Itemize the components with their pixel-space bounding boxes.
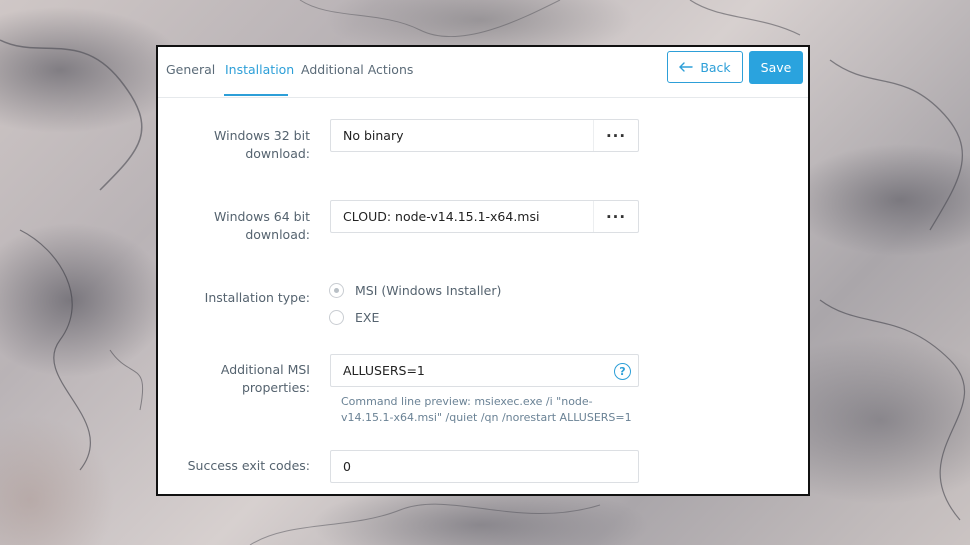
save-button[interactable]: Save [749, 51, 803, 84]
win64-label: Windows 64 bit download: [214, 209, 310, 242]
radio-msi-label: MSI (Windows Installer) [355, 283, 502, 298]
active-tab-indicator [224, 94, 288, 96]
back-button[interactable]: Back [667, 51, 743, 83]
exit-codes-input[interactable]: 0 [330, 450, 639, 483]
win32-download-field[interactable]: No binary ··· [330, 119, 639, 152]
exit-codes-label: Success exit codes: [187, 458, 310, 473]
ellipsis-icon: ··· [605, 126, 627, 145]
msi-properties-value: ALLUSERS=1 [343, 363, 425, 378]
win32-browse-button[interactable]: ··· [593, 120, 638, 151]
radio-exe-label: EXE [355, 310, 380, 325]
radio-msi-control[interactable] [329, 283, 344, 298]
tab-additional-actions[interactable]: Additional Actions [301, 62, 413, 77]
radio-exe[interactable]: EXE [329, 310, 379, 325]
install-type-label: Installation type: [204, 290, 310, 305]
arrow-left-icon [679, 62, 694, 72]
question-circle-icon[interactable]: ? [614, 363, 631, 380]
exit-codes-value: 0 [343, 459, 351, 474]
msi-properties-label: Additional MSI properties: [220, 362, 310, 395]
radio-exe-control[interactable] [329, 310, 344, 325]
back-button-label: Back [700, 59, 731, 75]
win64-download-field[interactable]: CLOUD: node-v14.15.1-x64.msi ··· [330, 200, 639, 233]
tab-general[interactable]: General [166, 62, 215, 77]
win32-label: Windows 32 bit download: [214, 128, 310, 161]
msi-properties-input[interactable]: ALLUSERS=1 ? [330, 354, 639, 387]
command-line-preview: Command line preview: msiexec.exe /i "no… [341, 395, 632, 424]
win32-value: No binary [343, 128, 404, 143]
win64-value: CLOUD: node-v14.15.1-x64.msi [343, 209, 540, 224]
tab-bar: General Installation Additional Actions … [158, 47, 808, 98]
installation-panel: General Installation Additional Actions … [156, 45, 810, 496]
tab-installation[interactable]: Installation [225, 62, 294, 77]
ellipsis-icon: ··· [605, 207, 627, 226]
radio-msi[interactable]: MSI (Windows Installer) [329, 283, 501, 298]
win64-browse-button[interactable]: ··· [593, 201, 638, 232]
